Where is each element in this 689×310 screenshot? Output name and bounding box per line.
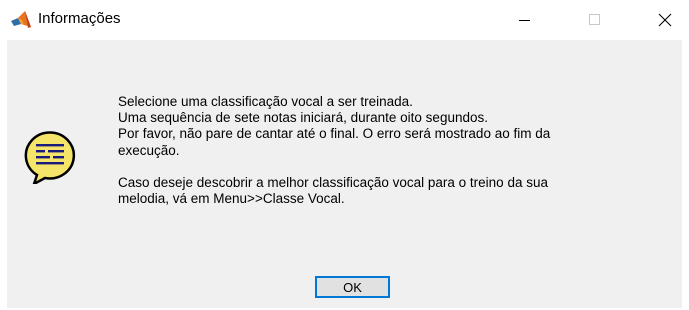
maximize-icon: [589, 14, 600, 25]
message-line: Caso deseje descobrir a melhor classific…: [118, 174, 548, 190]
window-title: Informações: [38, 10, 121, 27]
message-line: Uma sequência de sete notas iniciará, du…: [118, 110, 488, 126]
message-line: Por favor, não pare de cantar até o fina…: [118, 126, 551, 142]
ok-button[interactable]: OK: [315, 276, 390, 298]
minimize-button[interactable]: [502, 0, 548, 40]
title-bar[interactable]: Informações: [0, 0, 689, 40]
minimize-icon: [519, 20, 530, 21]
close-button[interactable]: [642, 0, 688, 40]
message-line: Selecione uma classificação vocal a ser …: [118, 94, 413, 109]
close-icon: [658, 13, 672, 27]
help-speech-bubble-icon: [21, 124, 79, 187]
dialog-body: Selecione uma classificação vocal a ser …: [7, 40, 682, 308]
message-text: Selecione uma classificação vocal a ser …: [118, 94, 678, 207]
maximize-button[interactable]: [572, 0, 618, 40]
message-line: execução.: [118, 142, 180, 158]
dialog-window: Informações Selecione uma classificação …: [0, 0, 689, 310]
matlab-icon: [10, 10, 32, 30]
message-line: melodia, vá em Menu>>Classe Vocal.: [118, 191, 345, 207]
